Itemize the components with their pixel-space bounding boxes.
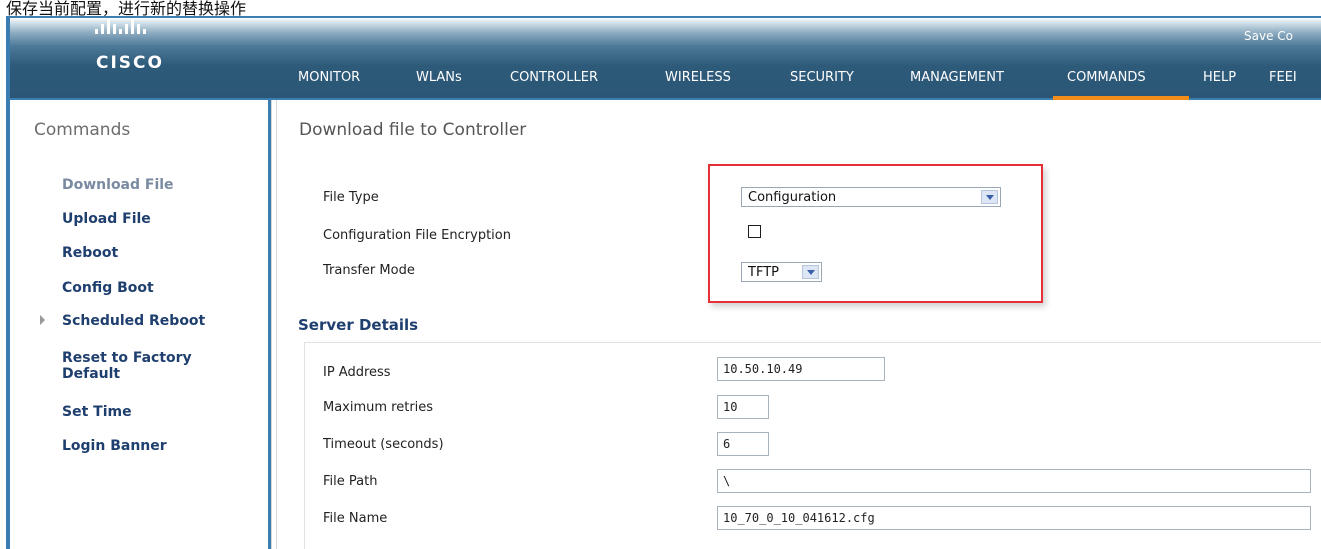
encryption-label: Configuration File Encryption — [323, 228, 511, 243]
nav-wlans[interactable]: WLANs — [416, 70, 462, 85]
timeout-input[interactable]: 6 — [717, 432, 769, 456]
nav-controller[interactable]: CONTROLLER — [510, 70, 598, 85]
timeout-label: Timeout (seconds) — [323, 437, 444, 452]
sidebar-item-config-boot[interactable]: Config Boot — [62, 280, 154, 296]
sidebar-item-login-banner[interactable]: Login Banner — [62, 438, 167, 454]
top-caption: 保存当前配置，进行新的替换操作 — [6, 0, 247, 16]
sidebar-item-download-file[interactable]: Download File — [62, 177, 174, 193]
chevron-down-icon[interactable] — [802, 265, 819, 279]
top-caption-strip: 保存当前配置，进行新的替换操作 — [0, 0, 1321, 16]
max-retries-label: Maximum retries — [323, 400, 434, 415]
file-type-select[interactable]: Configuration — [741, 187, 1001, 207]
transfer-mode-select[interactable]: TFTP — [741, 262, 822, 282]
sidebar-item-scheduled-reboot[interactable]: Scheduled Reboot — [62, 313, 205, 329]
expand-arrow-icon[interactable] — [40, 315, 45, 325]
chevron-down-icon[interactable] — [981, 190, 998, 204]
form-left-border — [304, 342, 305, 549]
transfer-mode-label: Transfer Mode — [323, 263, 415, 278]
header-bar — [10, 18, 1321, 98]
sidebar-divider — [271, 100, 278, 549]
file-name-input[interactable]: 10_70_0_10_041612.cfg — [717, 506, 1311, 530]
section-divider — [304, 342, 1321, 343]
sidebar-item-set-time[interactable]: Set Time — [62, 404, 132, 420]
sidebar-item-reboot[interactable]: Reboot — [62, 245, 118, 261]
nav-monitor[interactable]: MONITOR — [298, 70, 360, 85]
transfer-mode-value: TFTP — [748, 265, 779, 280]
nav-feedback[interactable]: FEEI — [1269, 70, 1297, 85]
file-path-label: File Path — [323, 474, 378, 489]
save-configuration-link[interactable]: Save Co — [1244, 29, 1293, 43]
server-details-heading: Server Details — [298, 316, 419, 334]
file-path-input[interactable]: \ — [717, 469, 1311, 493]
nav-wireless[interactable]: WIRELESS — [665, 70, 731, 85]
sidebar-title: Commands — [34, 120, 131, 140]
nav-management[interactable]: MANAGEMENT — [910, 70, 1004, 85]
file-type-label: File Type — [323, 190, 379, 205]
file-name-label: File Name — [323, 511, 388, 526]
nav-commands[interactable]: COMMANDS — [1067, 70, 1146, 85]
file-type-value: Configuration — [748, 190, 837, 205]
ip-address-label: IP Address — [323, 365, 391, 380]
max-retries-input[interactable]: 10 — [717, 395, 769, 419]
nav-security[interactable]: SECURITY — [790, 70, 854, 85]
encryption-checkbox[interactable] — [748, 225, 761, 238]
cisco-logo-text: CISCO — [96, 53, 164, 73]
page-title: Download file to Controller — [299, 120, 527, 140]
nav-help[interactable]: HELP — [1203, 70, 1236, 85]
sidebar-item-reset-factory[interactable]: Reset to Factory Default — [62, 350, 252, 382]
sidebar-item-upload-file[interactable]: Upload File — [62, 211, 151, 227]
ip-address-input[interactable]: 10.50.10.49 — [717, 357, 885, 381]
